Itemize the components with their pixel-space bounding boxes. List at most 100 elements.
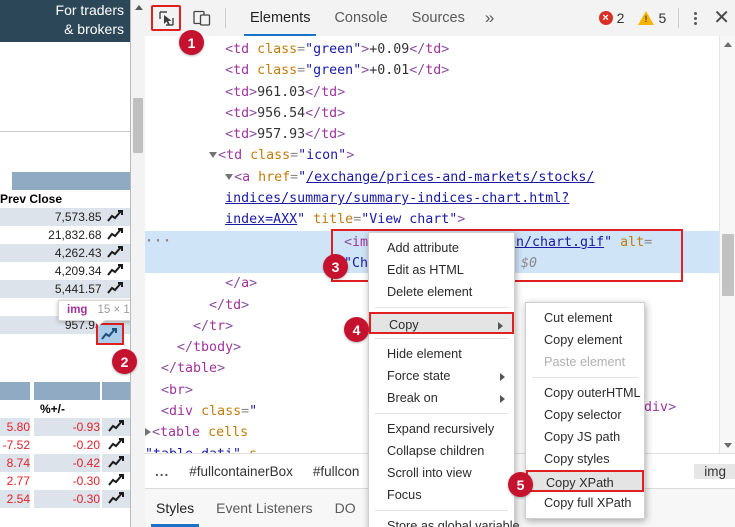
table-row: 2.77 -0.30 (0, 472, 130, 490)
table-row: 8.74 -0.42 (0, 454, 130, 472)
scrollbar-thumb[interactable] (722, 234, 734, 296)
tab-elements[interactable]: Elements (238, 0, 322, 36)
menu-item-copy-outerhtml[interactable]: Copy outerHTML (526, 382, 644, 404)
cell-percent: -0.93 (72, 420, 100, 434)
menu-item-force-state[interactable]: Force state (369, 365, 514, 387)
scrollbar-thumb[interactable] (133, 98, 143, 153)
cell-value: 7,573.85 (54, 210, 102, 224)
tab-console[interactable]: Console (322, 0, 399, 36)
more-tabs-icon[interactable]: » (477, 0, 502, 36)
sparkline-icon[interactable] (102, 472, 130, 490)
bottom-tab-event-listeners[interactable]: Event Listeners (205, 489, 324, 527)
step-badge-4: 4 (344, 317, 369, 342)
sparkline-icon[interactable] (102, 418, 130, 436)
cell-percent: -0.20 (72, 438, 100, 452)
table-row: 7,573.85 (0, 208, 130, 226)
menu-item-focus[interactable]: Focus (369, 484, 514, 506)
menu-item-collapse-children[interactable]: Collapse children (369, 440, 514, 462)
cell-change: 2.54 (6, 492, 30, 506)
menu-item-cut-element[interactable]: Cut element (526, 307, 644, 329)
menu-item-store-as-global-variable[interactable]: Store as global variable (369, 515, 520, 527)
copy-submenu[interactable]: Cut element Copy element Paste element Copy… (525, 302, 645, 519)
table-row: 4,209.34 (0, 262, 130, 280)
page-banner-line2: & brokers (64, 21, 124, 37)
dom-line[interactable]: <td>961.03</td> (145, 82, 720, 103)
dom-line[interactable]: <td>956.54</td> (145, 103, 720, 124)
menu-item-copy-xpath[interactable]: Copy XPath (526, 470, 644, 492)
scroll-up-icon[interactable] (135, 5, 143, 10)
menu-item-copy-selector[interactable]: Copy selector (526, 404, 644, 426)
dom-line[interactable]: <td class="icon"> (145, 145, 720, 166)
breadcrumb-item[interactable]: #fullcon (303, 464, 370, 479)
cell-percent: -0.42 (72, 456, 100, 470)
sparkline-icon[interactable] (102, 454, 130, 472)
dom-tree-scrollbar[interactable] (719, 36, 735, 454)
bottom-tab-do[interactable]: DO (324, 489, 367, 527)
page-banner: For traders & brokers (0, 0, 130, 42)
warning-count[interactable]: 5 (658, 10, 666, 26)
sparkline-icon[interactable] (102, 490, 130, 508)
sparkline-icon[interactable] (102, 244, 130, 262)
menu-separator (375, 510, 508, 511)
screenshot-root: For traders & brokers Prev Close 7,573.8… (0, 0, 735, 527)
table-header-row: %+/- (0, 400, 130, 418)
breadcrumb-item[interactable]: #fullcontainerBox (179, 464, 303, 479)
table-row: 2.54 -0.30 (0, 490, 130, 508)
sparkline-icon[interactable] (102, 262, 130, 280)
page-divider (0, 131, 130, 132)
img-src-fragment: icon/chart.gif" alt= (492, 235, 653, 250)
submenu-arrow-icon (500, 373, 505, 381)
step-badge-5: 5 (508, 472, 533, 497)
inspect-element-icon[interactable] (151, 5, 181, 31)
bottom-tab-styles[interactable]: Styles (145, 489, 205, 527)
dom-line[interactable]: index=AXX" title="View chart"> (145, 209, 720, 230)
highlighted-img-element[interactable] (96, 323, 124, 345)
menu-item-copy-js-path[interactable]: Copy JS path (526, 426, 644, 448)
submenu-arrow-icon (500, 395, 505, 403)
table-row: 4,262.43 (0, 244, 130, 262)
menu-item-add-attribute[interactable]: Add attribute (369, 237, 514, 259)
dom-line[interactable]: <td class="green">+0.09</td> (145, 39, 720, 60)
menu-item-copy-full-xpath[interactable]: Copy full XPath (526, 492, 644, 514)
menu-separator (532, 377, 638, 378)
sparkline-icon[interactable] (102, 436, 130, 454)
devtools-tab-list: Elements Console Sources » (238, 0, 502, 36)
sparkline-icon[interactable] (102, 226, 130, 244)
dom-line[interactable]: indices/summary/summary-indices-chart.ht… (145, 188, 720, 209)
percent-header: %+/- (34, 400, 100, 418)
menu-item-scroll-into-view[interactable]: Scroll into view (369, 462, 514, 484)
scroll-up-icon[interactable] (724, 42, 732, 47)
kebab-menu-icon[interactable] (687, 11, 703, 25)
cell-change: 2.77 (6, 474, 30, 488)
error-icon: × (598, 11, 613, 25)
close-icon[interactable]: ✕ (713, 8, 730, 28)
cell-value: 5,441.57 (54, 282, 102, 296)
menu-item-hide-element[interactable]: Hide element (369, 343, 514, 365)
sparkline-icon[interactable] (102, 208, 130, 226)
menu-item-expand-recursively[interactable]: Expand recursively (369, 418, 514, 440)
cell-change: 5.80 (6, 420, 30, 434)
menu-item-delete-element[interactable]: Delete element (369, 281, 514, 303)
menu-item-copy-element[interactable]: Copy element (526, 329, 644, 351)
device-toolbar-icon[interactable] (187, 5, 217, 31)
sparkline-icon[interactable] (102, 280, 130, 298)
dom-line[interactable]: <td>957.93</td> (145, 124, 720, 145)
menu-item-break-on[interactable]: Break on (369, 387, 514, 409)
dom-line[interactable]: <a href="/exchange/prices-and-markets/st… (145, 167, 720, 188)
table-header-row: Prev Close (0, 190, 130, 208)
dom-context-menu[interactable]: Add attribute Edit as HTML Delete element C… (368, 232, 520, 527)
breadcrumb-item[interactable]: ... (145, 464, 179, 479)
error-count-badge[interactable]: × 2 (598, 10, 624, 26)
menu-item-edit-as-html[interactable]: Edit as HTML (369, 259, 514, 281)
devtools-splitter-scrollbar[interactable] (131, 0, 146, 527)
dom-line[interactable]: <td class="green">+0.01</td> (145, 60, 720, 81)
menu-item-copy[interactable]: Copy (369, 312, 514, 334)
step-badge-1: 1 (179, 30, 204, 55)
scroll-down-icon[interactable] (724, 443, 732, 448)
devtools-toolbar: Elements Console Sources » × 2 5 ✕ (145, 0, 735, 37)
percent-change-table: %+/- 5.80 -0.93 -7.52 -0.20 8.74 -0.42 2… (0, 382, 130, 508)
tab-sources[interactable]: Sources (400, 0, 477, 36)
menu-item-copy-styles[interactable]: Copy styles (526, 448, 644, 470)
breadcrumb-item[interactable]: img (694, 464, 735, 479)
tooltip-tag-name: img (67, 304, 88, 316)
